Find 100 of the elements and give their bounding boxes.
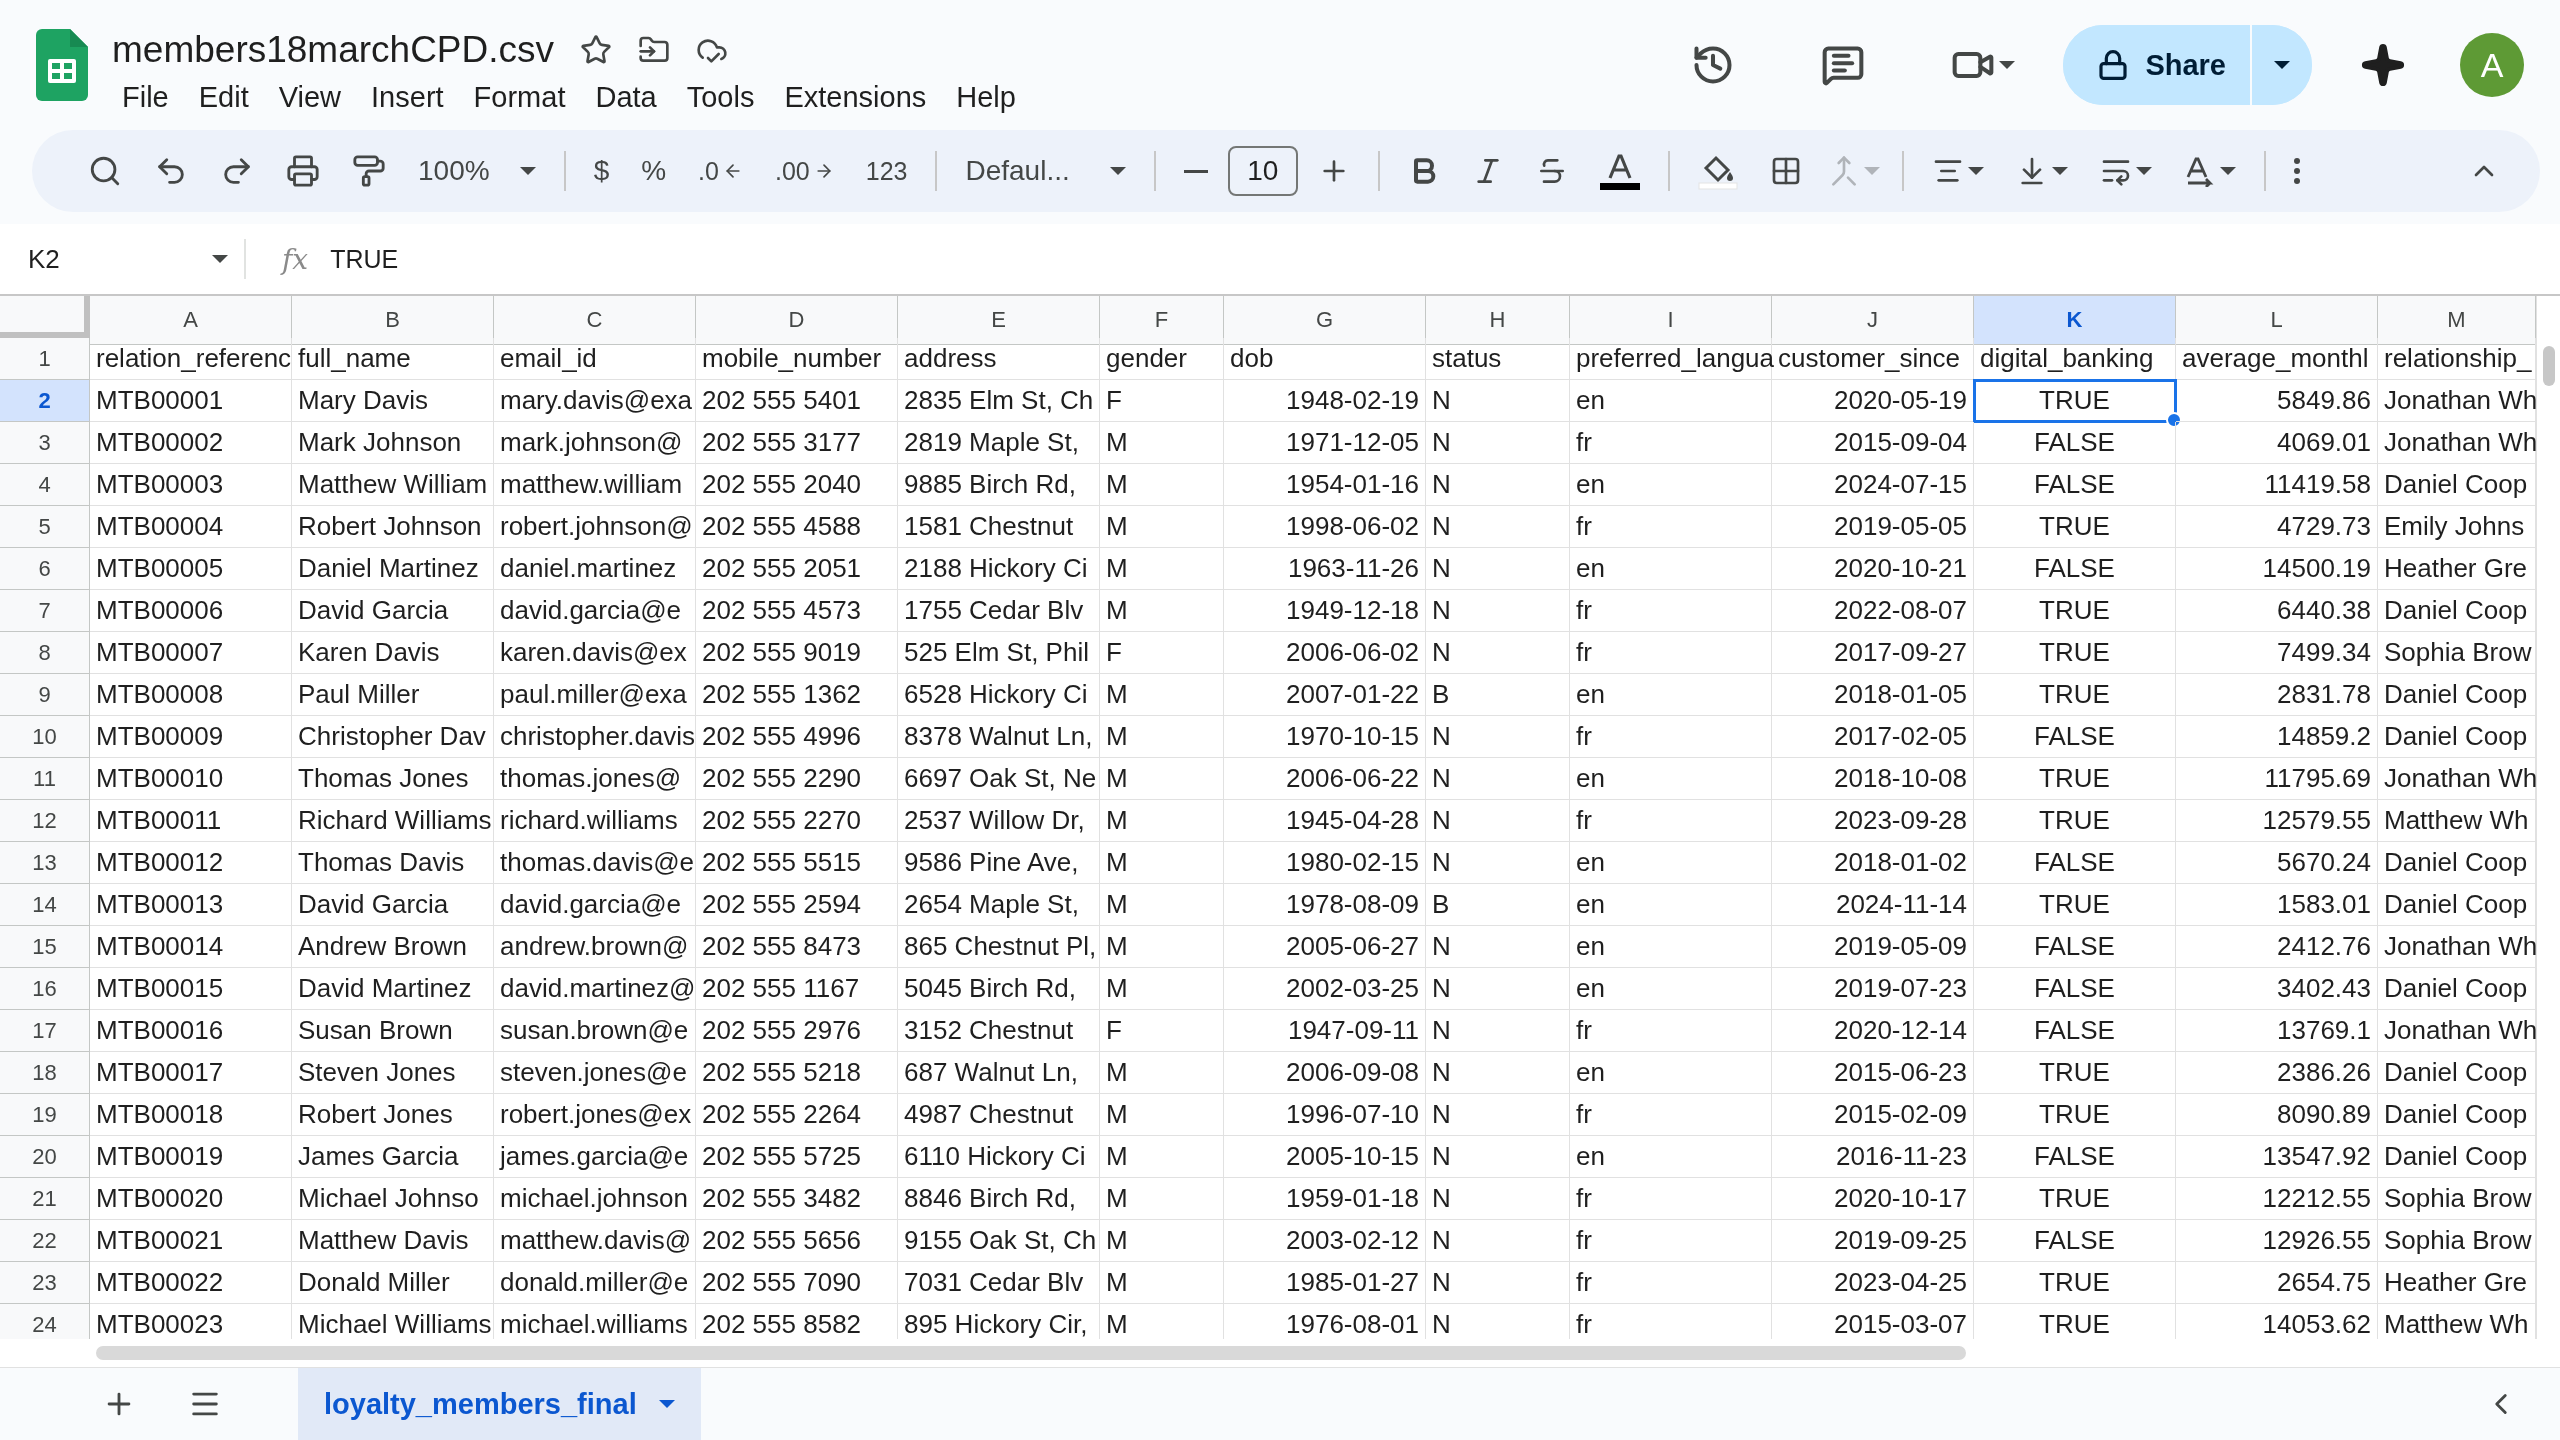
table-cell[interactable]: FALSE xyxy=(1974,464,2176,506)
table-cell[interactable]: full_name xyxy=(292,338,494,380)
number-format-button[interactable]: 123 xyxy=(853,150,920,192)
document-title[interactable]: members18marchCPD.csv xyxy=(112,28,555,71)
table-cell[interactable]: thomas.jones@ xyxy=(494,758,696,800)
table-cell[interactable]: MTB00019 xyxy=(90,1136,292,1178)
table-cell[interactable]: TRUE xyxy=(1974,800,2176,842)
table-cell[interactable]: 1948-02-19 xyxy=(1224,380,1426,422)
column-header[interactable]: L xyxy=(2176,296,2378,345)
table-cell[interactable]: MTB00014 xyxy=(90,926,292,968)
table-cell[interactable]: 1583.01 xyxy=(2176,884,2378,926)
row-header[interactable]: 6 xyxy=(0,548,90,590)
table-cell[interactable]: 5670.24 xyxy=(2176,842,2378,884)
table-cell[interactable]: en xyxy=(1570,884,1772,926)
zoom-dropdown[interactable]: 100% xyxy=(406,149,548,193)
table-cell[interactable]: 14500.19 xyxy=(2176,548,2378,590)
table-cell[interactable]: Donald Miller xyxy=(292,1262,494,1304)
table-cell[interactable]: robert.johnson@ xyxy=(494,506,696,548)
table-cell[interactable]: 2019-09-25 xyxy=(1772,1220,1974,1262)
table-cell[interactable]: James Garcia xyxy=(292,1136,494,1178)
row-header[interactable]: 22 xyxy=(0,1220,90,1262)
table-cell[interactable]: 2002-03-25 xyxy=(1224,968,1426,1010)
row-header[interactable]: 24 xyxy=(0,1304,90,1339)
table-cell[interactable]: 2831.78 xyxy=(2176,674,2378,716)
table-cell[interactable]: 202 555 2040 xyxy=(696,464,898,506)
table-cell[interactable]: 11419.58 xyxy=(2176,464,2378,506)
table-cell[interactable]: N xyxy=(1426,422,1570,464)
table-cell[interactable]: susan.brown@e xyxy=(494,1010,696,1052)
table-cell[interactable]: MTB00009 xyxy=(90,716,292,758)
table-cell[interactable]: M xyxy=(1100,548,1224,590)
table-cell[interactable]: 2016-11-23 xyxy=(1772,1136,1974,1178)
table-cell[interactable]: 2017-02-05 xyxy=(1772,716,1974,758)
table-cell[interactable]: 1954-01-16 xyxy=(1224,464,1426,506)
table-cell[interactable]: FALSE xyxy=(1974,1136,2176,1178)
table-cell[interactable]: Christopher Dav xyxy=(292,716,494,758)
table-cell[interactable]: fr xyxy=(1570,506,1772,548)
table-cell[interactable]: 2018-01-05 xyxy=(1772,674,1974,716)
row-header[interactable]: 10 xyxy=(0,716,90,758)
name-box[interactable]: K2 xyxy=(0,239,246,279)
table-cell[interactable]: donald.miller@e xyxy=(494,1262,696,1304)
table-cell[interactable]: 13769.1 xyxy=(2176,1010,2378,1052)
table-cell[interactable]: N xyxy=(1426,632,1570,674)
table-cell[interactable]: 2019-05-05 xyxy=(1772,506,1974,548)
table-cell[interactable]: N xyxy=(1426,1262,1570,1304)
table-cell[interactable]: MTB00003 xyxy=(90,464,292,506)
table-cell[interactable]: N xyxy=(1426,506,1570,548)
table-cell[interactable]: 2006-06-22 xyxy=(1224,758,1426,800)
table-cell[interactable]: N xyxy=(1426,842,1570,884)
table-cell[interactable]: 3402.43 xyxy=(2176,968,2378,1010)
table-cell[interactable]: 2188 Hickory Ci xyxy=(898,548,1100,590)
menu-item[interactable]: Tools xyxy=(676,78,771,116)
column-header[interactable]: D xyxy=(696,296,898,345)
table-cell[interactable]: 2835 Elm St, Ch xyxy=(898,380,1100,422)
table-cell[interactable]: 2023-04-25 xyxy=(1772,1262,1974,1304)
row-header[interactable]: 12 xyxy=(0,800,90,842)
scrollbar-thumb[interactable] xyxy=(2542,346,2555,386)
table-cell[interactable]: fr xyxy=(1570,1220,1772,1262)
table-cell[interactable]: Matthew William xyxy=(292,464,494,506)
menu-item[interactable]: View xyxy=(268,78,358,116)
table-cell[interactable]: 2386.26 xyxy=(2176,1052,2378,1094)
table-cell[interactable]: 2024-07-15 xyxy=(1772,464,1974,506)
table-cell[interactable]: FALSE xyxy=(1974,1220,2176,1262)
table-cell[interactable]: 8846 Birch Rd, xyxy=(898,1178,1100,1220)
table-cell[interactable]: 202 555 1362 xyxy=(696,674,898,716)
table-cell[interactable]: Mary Davis xyxy=(292,380,494,422)
column-header[interactable]: H xyxy=(1426,296,1570,345)
table-cell[interactable]: N xyxy=(1426,716,1570,758)
table-cell[interactable]: F xyxy=(1100,1010,1224,1052)
table-cell[interactable]: N xyxy=(1426,1136,1570,1178)
table-cell[interactable]: 2017-09-27 xyxy=(1772,632,1974,674)
table-cell[interactable]: M xyxy=(1100,716,1224,758)
table-cell[interactable]: thomas.davis@e xyxy=(494,842,696,884)
menu-item[interactable]: Help xyxy=(946,78,1032,116)
table-cell[interactable]: 202 555 7090 xyxy=(696,1262,898,1304)
table-cell[interactable]: 202 555 3482 xyxy=(696,1178,898,1220)
table-cell[interactable]: 2024-11-14 xyxy=(1772,884,1974,926)
table-cell[interactable]: 5849.86 xyxy=(2176,380,2378,422)
table-cell[interactable]: 202 555 2290 xyxy=(696,758,898,800)
table-cell[interactable]: 2654.75 xyxy=(2176,1262,2378,1304)
row-header[interactable]: 13 xyxy=(0,842,90,884)
formula-value[interactable]: TRUE xyxy=(330,244,399,274)
table-cell[interactable]: 2020-10-17 xyxy=(1772,1178,1974,1220)
table-cell[interactable]: digital_banking xyxy=(1974,338,2176,380)
menu-item[interactable]: Insert xyxy=(361,78,460,116)
table-cell[interactable]: 202 555 5401 xyxy=(696,380,898,422)
table-cell[interactable]: Richard Williams xyxy=(292,800,494,842)
table-cell[interactable]: andrew.brown@ xyxy=(494,926,696,968)
table-cell[interactable]: 2019-07-23 xyxy=(1772,968,1974,1010)
table-cell[interactable]: MTB00005 xyxy=(90,548,292,590)
table-cell[interactable]: 1970-10-15 xyxy=(1224,716,1426,758)
table-cell[interactable]: david.martinez@ xyxy=(494,968,696,1010)
table-cell[interactable]: 14859.2 xyxy=(2176,716,2378,758)
table-cell[interactable]: mary.davis@exa xyxy=(494,380,696,422)
table-cell[interactable]: 2003-02-12 xyxy=(1224,1220,1426,1262)
table-cell[interactable]: TRUE xyxy=(1974,632,2176,674)
table-cell[interactable]: karen.davis@ex xyxy=(494,632,696,674)
table-cell[interactable]: M xyxy=(1100,800,1224,842)
table-cell[interactable]: en xyxy=(1570,968,1772,1010)
table-cell[interactable]: FALSE xyxy=(1974,842,2176,884)
table-cell[interactable]: en xyxy=(1570,464,1772,506)
